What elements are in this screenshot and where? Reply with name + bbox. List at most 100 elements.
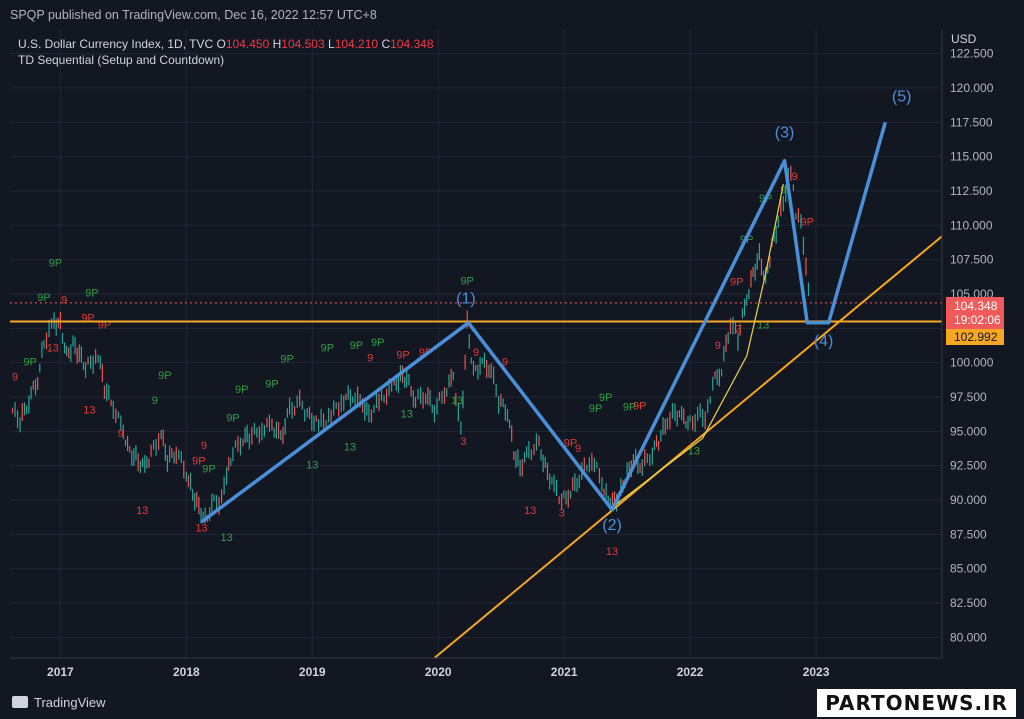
td-setup-label-red: 9: [715, 340, 721, 352]
td-setup-label-red: 3: [559, 508, 565, 520]
legend-ohlc-row: U.S. Dollar Currency Index, 1D, TVC O104…: [18, 36, 434, 52]
td-setup-label-red: 9: [118, 428, 124, 440]
td-setup-label-red: 9P: [81, 312, 94, 324]
y-tick-label: 120.000: [950, 81, 994, 95]
y-tick-label: 97.500: [950, 390, 987, 404]
td-setup-label-green: 9P: [371, 337, 384, 349]
x-tick-label: 2021: [551, 665, 578, 679]
td-setup-label-red: 9P: [730, 277, 743, 289]
price-series: [11, 165, 810, 524]
y-tick-label: 95.000: [950, 424, 987, 438]
price-chart[interactable]: 9P9P 9P9P99P9P9P9P 9P9P9P 9P 9P9P9P9P9P9P9P9…: [0, 0, 1024, 719]
wave-label: (4): [814, 333, 834, 350]
td-setup-label-green: 9P: [265, 378, 278, 390]
td-setup-label-green: 13: [401, 409, 413, 421]
tradingview-logo[interactable]: TradingView: [12, 695, 106, 710]
tradingview-logo-icon: [12, 696, 28, 708]
td-setup-label-green: 9P: [589, 403, 602, 415]
drawings: (1) (2) (3) (4) (5): [10, 89, 943, 659]
td-setup-label-green: 9P: [460, 275, 473, 287]
x-tick-label: 2017: [47, 665, 74, 679]
td-setup-label-green: 9P: [226, 413, 239, 425]
legend-open-label: O: [216, 37, 226, 51]
legend-close-value: 104.348: [390, 37, 434, 51]
x-tick-label: 2020: [425, 665, 452, 679]
grid: [10, 30, 942, 658]
td-setup-label-red: 9P: [633, 400, 646, 412]
td-setup-label-green: 9P: [280, 354, 293, 366]
wave-label: (3): [775, 124, 795, 141]
y-tick-label: 85.000: [950, 562, 987, 576]
td-setup-label-red: 13: [606, 546, 618, 558]
y-tick-label: 100.000: [950, 356, 994, 370]
td-setup-label-red: 13: [136, 505, 148, 517]
wave-label: (5): [892, 89, 912, 106]
td-setup-label-red: 9P: [192, 455, 205, 467]
td-setup-label-red: 9P: [801, 216, 814, 228]
legend-low-value: 104.210: [334, 37, 379, 51]
td-setup-label-green: 13: [221, 532, 233, 544]
bar-countdown: 19:02:06: [954, 313, 1001, 327]
level-price-tag: 102.992: [946, 329, 1004, 345]
currency-label: USD: [951, 32, 977, 46]
y-tick-label: 87.500: [950, 527, 987, 541]
legend-close-label: C: [381, 37, 391, 51]
site-watermark: PARTONEWS.IR: [817, 689, 1016, 717]
td-setup-label-red: 9: [473, 347, 479, 359]
x-tick-label: 2022: [677, 665, 704, 679]
wave-label: (2): [602, 517, 622, 534]
y-tick-label: 117.500: [950, 115, 993, 129]
y-tick-label: 115.000: [950, 150, 993, 164]
td-setup-label-red: 9: [792, 171, 798, 183]
y-tick-label: 82.500: [950, 596, 987, 610]
legend-high-value: 104.503: [281, 37, 325, 51]
td-setup-label-green: 9: [152, 395, 158, 407]
td-setup-label-red: 9: [201, 440, 207, 452]
footer-bar: TradingView PARTONEWS.IR: [0, 686, 1024, 719]
x-tick-label: 2023: [803, 665, 830, 679]
td-setup-label-green: 9P: [85, 288, 98, 300]
td-setup-label-green: 9P: [23, 356, 36, 368]
chart-screen: SPQP published on TradingView.com, Dec 1…: [0, 0, 1024, 719]
td-setup-label-red: 9: [367, 352, 373, 364]
td-setup-label-red: 9: [575, 443, 581, 455]
td-setup-label-green: 13: [344, 442, 356, 454]
legend-open-value: 104.450: [225, 37, 270, 51]
y-tick-label: 90.000: [950, 493, 987, 507]
td-setup-label-red: 9: [61, 295, 67, 307]
td-setup-label-green: 9P: [599, 392, 612, 404]
x-tick-label: 2019: [299, 665, 326, 679]
td-setup-label-red: 13: [47, 343, 59, 355]
td-setup-label-green: 9P: [158, 370, 171, 382]
td-setup-label-green: 9P: [235, 384, 248, 396]
legend-low-label: L: [328, 37, 335, 51]
chart-legend: U.S. Dollar Currency Index, 1D, TVC O104…: [18, 36, 434, 68]
y-tick-label: 110.000: [950, 218, 993, 232]
y-tick-label: 122.500: [950, 47, 994, 61]
td-setup-label-green: 13: [306, 459, 318, 471]
td-setup-label-red: 3: [460, 436, 466, 448]
last-price-value: 104.348: [954, 299, 998, 313]
wave-label: (1): [456, 291, 476, 308]
td-setup-label-red: 9: [12, 372, 18, 384]
td-setup-label-green: 9P: [37, 292, 50, 304]
last-price-tag: 104.348 19:02:06: [946, 297, 1004, 329]
td-setup-label-green: 13: [451, 395, 463, 407]
legend-indicator: TD Sequential (Setup and Countdown): [18, 53, 225, 67]
legend-high-label: H: [272, 37, 282, 51]
td-setup-label-green: 9P: [49, 258, 62, 270]
axes: USD 80.000 82.500 85.000 87.500 90.000 92.500…: [10, 30, 994, 679]
tradingview-logo-text: TradingView: [34, 695, 106, 710]
x-tick-label: 2018: [173, 665, 200, 679]
td-setup-label-red: 2: [735, 323, 741, 335]
y-tick-label: 92.500: [950, 459, 987, 473]
y-tick-label: 112.500: [950, 184, 993, 198]
td-setup-label-red: 13: [83, 404, 95, 416]
legend-symbol: U.S. Dollar Currency Index, 1D, TVC: [18, 37, 214, 51]
y-tick-label: 80.000: [950, 630, 987, 644]
support-trendline: [433, 235, 943, 659]
td-setup-label-red: 13: [195, 523, 207, 535]
td-setup-label-green: 9P: [350, 340, 363, 352]
td-setup-label-red: 9P: [396, 350, 409, 362]
td-setup-label-red: 13: [524, 505, 536, 517]
